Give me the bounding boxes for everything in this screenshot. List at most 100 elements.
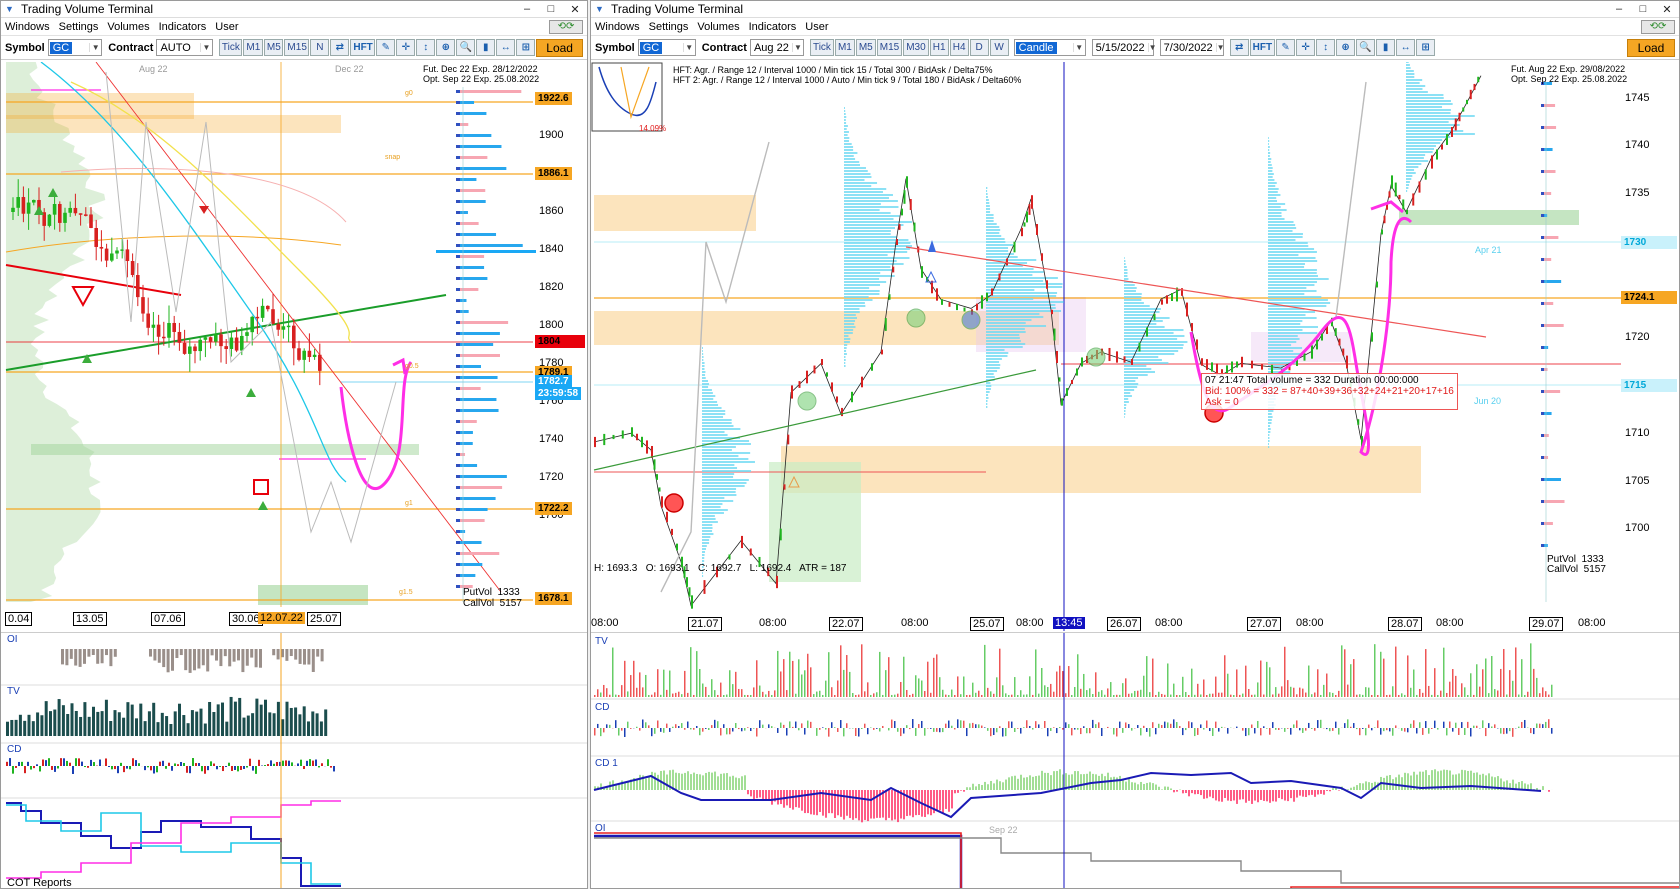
maximize-icon[interactable]: □ bbox=[1631, 3, 1655, 15]
date-from-picker[interactable]: 5/15/2022 ▼ bbox=[1091, 39, 1157, 56]
menu-indicators[interactable]: Indicators bbox=[159, 21, 207, 33]
tv-bar bbox=[1344, 649, 1346, 697]
cd-bar bbox=[1545, 721, 1547, 728]
contract-select[interactable]: Aug 22 ▼ bbox=[749, 39, 804, 56]
tv-bar bbox=[1455, 675, 1457, 697]
load-button[interactable]: Load bbox=[536, 38, 583, 57]
horizontal-scale-icon[interactable]: ↔ bbox=[496, 39, 516, 56]
volume-profile-bar bbox=[1268, 143, 1269, 145]
minimize-icon[interactable]: – bbox=[515, 3, 539, 15]
tf-n-button[interactable]: N bbox=[310, 39, 330, 56]
volume-profile-bar bbox=[1406, 148, 1435, 150]
cd-bar bbox=[1035, 721, 1037, 728]
menu-windows[interactable]: Windows bbox=[595, 21, 640, 33]
crosshair-icon[interactable]: ⇄ bbox=[1229, 39, 1249, 56]
menu-user[interactable]: User bbox=[805, 21, 828, 33]
supply-zone bbox=[6, 115, 341, 133]
menu-settings[interactable]: Settings bbox=[649, 21, 689, 33]
x-label: 08:00 bbox=[591, 617, 619, 629]
volume-icon[interactable]: ▮ bbox=[1376, 39, 1396, 56]
tf-m1-button[interactable]: M1 bbox=[243, 39, 263, 56]
contract-select[interactable]: AUTO ▼ bbox=[156, 39, 213, 56]
candle bbox=[976, 303, 978, 311]
cd1-bar bbox=[1002, 782, 1004, 790]
volume-profile-bar bbox=[702, 386, 709, 388]
right-sub-panels[interactable]: TV CD CD 1 OI Sep 22 bbox=[591, 632, 1679, 888]
menu-settings[interactable]: Settings bbox=[59, 21, 99, 33]
hft-button[interactable]: HFT bbox=[350, 39, 376, 56]
vertical-scale-icon[interactable]: ↕ bbox=[416, 39, 436, 56]
minimize-icon[interactable]: – bbox=[1607, 3, 1631, 15]
tf-m5-button[interactable]: M5 bbox=[855, 39, 876, 56]
tf-tick-button[interactable]: Tick bbox=[809, 39, 834, 56]
close-icon[interactable]: ✕ bbox=[563, 3, 587, 16]
volume-profile-bar bbox=[702, 464, 735, 466]
tv-bar bbox=[1251, 694, 1253, 697]
cursor-cross-icon[interactable]: ✛ bbox=[396, 39, 416, 56]
cd-bar bbox=[723, 724, 725, 728]
cd1-bar bbox=[792, 790, 794, 810]
tv-bar bbox=[1179, 694, 1181, 697]
chart-type-select[interactable]: Candle ▼ bbox=[1013, 39, 1086, 56]
menu-volumes[interactable]: Volumes bbox=[107, 21, 149, 33]
tf-m15-button[interactable]: M15 bbox=[284, 39, 310, 56]
pen-icon[interactable]: ✎ bbox=[1276, 39, 1296, 56]
zoom-icon[interactable]: 🔍 bbox=[1356, 39, 1376, 56]
option-marker bbox=[456, 365, 460, 368]
symbol-select[interactable]: GC ▼ bbox=[47, 39, 103, 56]
symbol-select[interactable]: GC ▼ bbox=[637, 39, 696, 56]
sync-icon[interactable]: ⟲⟳ bbox=[1641, 19, 1675, 34]
volume-profile-bar bbox=[1268, 329, 1303, 331]
volume-profile-bar bbox=[1124, 404, 1127, 406]
cursor-cross-icon[interactable]: ✛ bbox=[1296, 39, 1316, 56]
fit-icon[interactable]: ⊕ bbox=[436, 39, 456, 56]
sync-icon[interactable]: ⟲⟳ bbox=[549, 19, 583, 34]
tv-bar bbox=[1464, 687, 1466, 697]
right-titlebar[interactable]: ▼ Trading Volume Terminal – □ ✕ bbox=[591, 1, 1679, 18]
volume-profile-bar bbox=[844, 149, 854, 151]
pen-icon[interactable]: ✎ bbox=[376, 39, 396, 56]
volume-profile-bar bbox=[844, 185, 872, 187]
ruler-icon[interactable]: ⊞ bbox=[1416, 39, 1436, 56]
tf-d-button[interactable]: D bbox=[969, 39, 989, 56]
candle bbox=[1338, 338, 1341, 346]
tf-w-button[interactable]: W bbox=[989, 39, 1009, 56]
left-titlebar[interactable]: ▼ Trading Volume Terminal – □ ✕ bbox=[1, 1, 587, 18]
tf-h1-button[interactable]: H1 bbox=[929, 39, 949, 56]
vertical-scale-icon[interactable]: ↕ bbox=[1316, 39, 1336, 56]
load-button[interactable]: Load bbox=[1627, 38, 1675, 57]
menu-indicators[interactable]: Indicators bbox=[749, 21, 797, 33]
cd1-bar bbox=[1332, 788, 1334, 790]
volume-profile-bar bbox=[702, 512, 724, 514]
tf-tick-button[interactable]: Tick bbox=[218, 39, 243, 56]
fit-icon[interactable]: ⊕ bbox=[1336, 39, 1356, 56]
cd-bar bbox=[732, 728, 734, 732]
zone-tag: Jun 20 bbox=[1474, 396, 1502, 406]
horizontal-scale-icon[interactable]: ↔ bbox=[1396, 39, 1416, 56]
menu-windows[interactable]: Windows bbox=[5, 21, 50, 33]
crosshair-icon[interactable]: ⇄ bbox=[330, 39, 350, 56]
date-to-picker[interactable]: 7/30/2022 ▼ bbox=[1159, 39, 1225, 56]
tv-bar bbox=[1170, 694, 1172, 697]
volume-icon[interactable]: ▮ bbox=[476, 39, 496, 56]
close-icon[interactable]: ✕ bbox=[1655, 3, 1679, 16]
cd1-bar bbox=[1239, 790, 1241, 800]
left-price-chart[interactable]: Fut. Dec 22 Exp. 28/12/2022 Opt. Sep 22 E… bbox=[1, 62, 587, 631]
cd-bar bbox=[657, 720, 659, 728]
tf-m5-button[interactable]: M5 bbox=[263, 39, 284, 56]
tf-h4-button[interactable]: H4 bbox=[949, 39, 969, 56]
hft-button[interactable]: HFT bbox=[1249, 39, 1276, 56]
ruler-icon[interactable]: ⊞ bbox=[516, 39, 536, 56]
volume-profile-bar bbox=[702, 446, 736, 448]
volume-profile-bar bbox=[1406, 62, 1409, 63]
maximize-icon[interactable]: □ bbox=[539, 3, 563, 15]
cd-bar bbox=[660, 728, 662, 732]
left-sub-panels[interactable]: OI TV CD COT Reports bbox=[1, 632, 587, 888]
tf-m15-button[interactable]: M15 bbox=[876, 39, 903, 56]
menu-volumes[interactable]: Volumes bbox=[697, 21, 739, 33]
right-price-chart[interactable]: HFT: Agr. / Range 12 / Interval 1000 / M… bbox=[591, 62, 1679, 631]
zoom-icon[interactable]: 🔍 bbox=[456, 39, 476, 56]
menu-user[interactable]: User bbox=[215, 21, 238, 33]
tf-m30-button[interactable]: M30 bbox=[903, 39, 929, 56]
tf-m1-button[interactable]: M1 bbox=[834, 39, 855, 56]
